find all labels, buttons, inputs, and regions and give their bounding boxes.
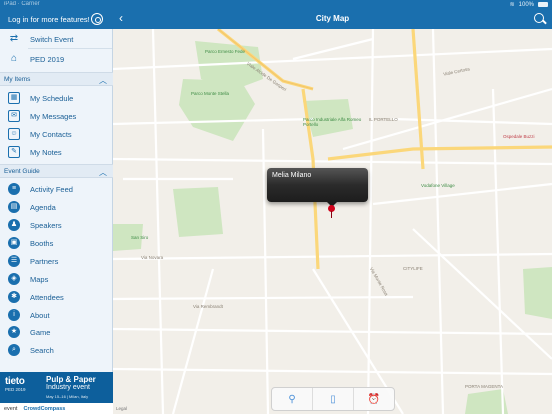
login-label[interactable]: Log in for more features!	[8, 15, 90, 24]
sidebar-item-maps[interactable]: ◈ Maps	[0, 270, 113, 288]
sidebar-item-switch-event[interactable]: ⇄ Switch Event	[0, 30, 113, 48]
event-logo: event	[4, 405, 18, 412]
map-label: CITYLIFE	[403, 266, 423, 271]
sidebar-item-label: My Notes	[30, 147, 62, 157]
battery-label: 100%	[518, 1, 534, 8]
switch-icon: ⇄	[9, 33, 19, 44]
alarm-icon[interactable]: ⏰	[354, 388, 394, 410]
sidebar-item-label: Game	[30, 327, 51, 337]
sidebar-item-game[interactable]: ★ Game	[0, 323, 113, 341]
booths-icon: ▣	[8, 237, 20, 249]
sidebar-item-label: My Contacts	[30, 129, 72, 139]
banner-dates: May 15–16 | Milan, Italy	[46, 394, 89, 399]
carrier-label: iPad · Carrier	[4, 1, 40, 7]
messages-icon: ✉	[8, 110, 20, 122]
notes-icon: ✎	[8, 146, 20, 158]
chevron-up-icon: ︿	[99, 168, 107, 177]
map-label: San Siro	[131, 235, 149, 240]
sidebar-item-attendees[interactable]: ✱ Attendees	[0, 288, 113, 306]
banner-footer: event CrowdCompass	[0, 403, 113, 414]
divider	[28, 48, 112, 49]
map-canvas	[113, 29, 552, 414]
map-label: Via Novara	[141, 255, 164, 260]
sidebar-item-my-contacts[interactable]: ☺ My Contacts	[0, 125, 113, 143]
activity-icon: ≡	[8, 183, 20, 195]
attendees-icon: ✱	[8, 291, 20, 303]
sidebar-item-label: Search	[30, 345, 54, 355]
sidebar: Log in for more features! ⇄ Switch Event…	[0, 0, 113, 414]
status-bar: iPad · Carrier ≋ 100%	[0, 0, 552, 9]
sidebar-item-search[interactable]: ⌕ Search	[0, 341, 113, 359]
section-header-label: My Items	[4, 75, 31, 83]
status-right: ≋ 100%	[510, 1, 548, 8]
map-label: Parco Ernesto Fede	[205, 49, 246, 54]
section-header-event-guide[interactable]: Event Guide ︿	[0, 164, 113, 178]
sidebar-item-label: Speakers	[30, 220, 62, 230]
brand-subtitle: PED 2019	[5, 387, 26, 392]
sidebar-item-label: Partners	[30, 256, 59, 266]
home-icon: ⌂	[10, 53, 18, 64]
sidebar-item-my-messages[interactable]: ✉ My Messages	[0, 107, 113, 125]
callout-title: Melia Milano	[272, 172, 312, 179]
sidebar-item-partners[interactable]: ☰ Partners	[0, 252, 113, 270]
banner-subtitle: Industry event	[46, 384, 90, 391]
battery-icon	[538, 2, 548, 7]
sidebar-item-booths[interactable]: ▣ Booths	[0, 234, 113, 252]
gear-icon[interactable]	[91, 13, 103, 25]
search-icon: ⌕	[8, 344, 20, 356]
login-banner[interactable]: Log in for more features!	[0, 9, 113, 29]
sidebar-item-label: PED 2019	[30, 54, 65, 64]
speakers-icon: ♟	[8, 219, 20, 231]
sidebar-item-my-notes[interactable]: ✎ My Notes	[0, 143, 113, 161]
page-title: City Map	[315, 14, 350, 23]
sidebar-item-about[interactable]: i About	[0, 306, 113, 324]
map-label: Parco Industriale Alfa Romeo Portello	[303, 117, 362, 127]
sidebar-item-ped-2019[interactable]: ⌂ PED 2019	[0, 50, 113, 68]
sidebar-item-label: About	[30, 310, 50, 320]
sidebar-item-activity-feed[interactable]: ≡ Activity Feed	[0, 180, 113, 198]
sidebar-item-label: My Schedule	[30, 93, 74, 103]
nav-bar: ‹ City Map	[113, 9, 552, 29]
about-icon: i	[8, 309, 20, 321]
section-header-label: Event Guide	[4, 167, 40, 175]
map-label: PORTA MAGENTA	[465, 384, 504, 389]
sidebar-item-agenda[interactable]: ▤ Agenda	[0, 198, 113, 216]
map-label: Vodafone Village	[421, 183, 455, 188]
crowdcompass-logo: CrowdCompass	[23, 405, 66, 412]
wifi-icon: ≋	[509, 2, 515, 8]
pin-icon[interactable]: ⚲	[272, 388, 313, 410]
brand-logo: tieto	[5, 376, 25, 387]
agenda-icon: ▤	[8, 201, 20, 213]
sidebar-item-label: Switch Event	[30, 34, 74, 44]
section-header-my-items[interactable]: My Items ︿	[0, 72, 113, 86]
map-label: Ospedale Buzzi	[503, 134, 535, 139]
map-toolbar: ⚲ ▯ ⏰	[271, 387, 395, 411]
sponsor-banner[interactable]: tieto PED 2019 Pulp & Paper Industry eve…	[0, 372, 113, 414]
sidebar-item-label: My Messages	[30, 111, 77, 121]
sidebar-item-speakers[interactable]: ♟ Speakers	[0, 216, 113, 234]
sidebar-item-my-schedule[interactable]: ▦ My Schedule	[0, 89, 113, 107]
search-icon[interactable]	[534, 13, 544, 23]
bookmark-icon[interactable]: ▯	[313, 388, 354, 410]
contacts-icon: ☺	[8, 128, 20, 140]
map-label: Via Rembrandt	[193, 304, 223, 309]
calendar-icon: ▦	[8, 92, 20, 104]
game-icon: ★	[8, 326, 20, 338]
legal-link[interactable]: Legal	[116, 406, 127, 411]
location-pin-icon[interactable]	[328, 205, 335, 218]
map-view[interactable]: Parco Ernesto Fede Parco Monte Stella Pa…	[113, 29, 552, 414]
maps-icon: ◈	[8, 273, 20, 285]
sidebar-item-label: Maps	[30, 274, 49, 284]
sidebar-item-label: Booths	[30, 238, 54, 248]
sidebar-item-label: Activity Feed	[30, 184, 73, 194]
banner-title: Pulp & Paper	[46, 375, 96, 384]
chevron-up-icon: ︿	[99, 76, 107, 85]
sidebar-item-label: Agenda	[30, 202, 56, 212]
location-callout[interactable]: Melia Milano	[267, 168, 368, 207]
map-label: IL PORTELLO	[369, 117, 398, 122]
sidebar-item-label: Attendees	[30, 292, 64, 302]
partners-icon: ☰	[8, 255, 20, 267]
map-label: Parco Monte Stella	[191, 91, 230, 96]
